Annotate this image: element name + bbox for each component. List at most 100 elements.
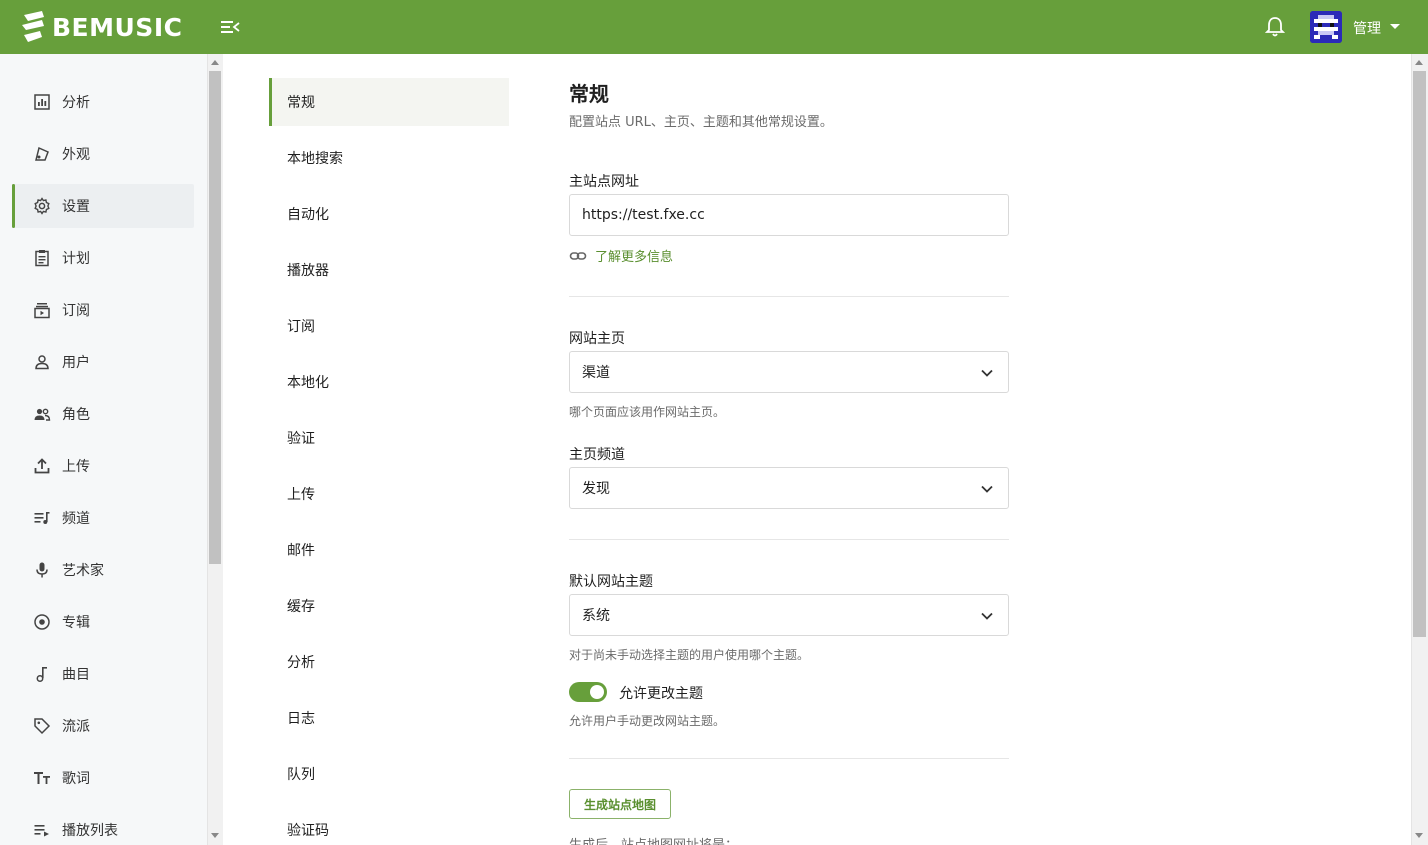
text-icon: [34, 772, 50, 784]
scroll-up-icon[interactable]: [211, 60, 219, 65]
sidebar-item-albums[interactable]: 专辑: [12, 600, 194, 644]
allow-theme-change-toggle[interactable]: [569, 682, 607, 702]
sidebar-item-label: 用户: [62, 355, 90, 371]
section-divider: [569, 539, 1009, 540]
settings-nav-cache[interactable]: 缓存: [269, 582, 509, 630]
settings-nav-label: 分析: [287, 655, 315, 671]
bell-icon[interactable]: [1265, 16, 1285, 38]
sitemap-info-text: 生成后，站点地图网址将是：: [569, 834, 738, 845]
avatar-pixel-icon: [1310, 11, 1342, 43]
caret-down-icon[interactable]: [1390, 24, 1400, 29]
sidebar-item-playlists[interactable]: 播放列表: [12, 808, 194, 845]
sidebar-item-label: 计划: [62, 251, 90, 267]
settings-nav-automation[interactable]: 自动化: [269, 190, 509, 238]
generate-sitemap-button[interactable]: 生成站点地图: [569, 789, 671, 819]
site-url-label: 主站点网址: [569, 174, 639, 190]
top-bar: BEMUSIC 管理: [0, 0, 1428, 54]
sidebar-item-label: 专辑: [62, 615, 90, 631]
brand-logo[interactable]: BEMUSIC: [20, 9, 182, 45]
brand-name: BEMUSIC: [52, 12, 183, 42]
avatar[interactable]: [1310, 11, 1342, 43]
sidebar-item-lyrics[interactable]: 歌词: [12, 756, 194, 800]
sidebar-item-uploads[interactable]: 上传: [12, 444, 194, 488]
sidebar-item-label: 设置: [62, 199, 90, 215]
chevron-down-icon: [981, 369, 993, 377]
settings-nav-label: 验证码: [287, 823, 329, 839]
section-divider: [569, 296, 1009, 297]
sidebar-item-settings[interactable]: 设置: [12, 184, 194, 228]
sidebar-scrollbar-thumb[interactable]: [209, 71, 221, 564]
homepage-select-value: 渠道: [582, 365, 610, 381]
settings-nav-label: 上传: [287, 487, 315, 503]
logo-mark-icon: [22, 11, 44, 42]
microphone-icon: [36, 562, 48, 578]
sidebar-item-channels[interactable]: 频道: [12, 496, 194, 540]
menu-collapse-icon[interactable]: [220, 18, 240, 36]
playlist-icon: [34, 825, 49, 837]
theme-help: 对于尚未手动选择主题的用户使用哪个主题。: [569, 648, 810, 662]
settings-nav-player[interactable]: 播放器: [269, 246, 509, 294]
settings-nav-queue[interactable]: 队列: [269, 750, 509, 798]
sidebar-item-users[interactable]: 用户: [12, 340, 194, 384]
section-divider: [569, 758, 1009, 759]
settings-nav-label: 验证: [287, 431, 315, 447]
page-scrollbar-thumb[interactable]: [1413, 71, 1426, 637]
scroll-down-icon[interactable]: [211, 833, 219, 838]
homepage-channel-select[interactable]: 发现: [569, 467, 1009, 509]
site-url-input[interactable]: [569, 194, 1009, 236]
user-menu-label[interactable]: 管理: [1353, 18, 1381, 38]
link-icon: [569, 251, 587, 260]
user-icon: [35, 355, 49, 370]
settings-nav-label: 缓存: [287, 599, 315, 615]
sidebar-item-subscriptions[interactable]: 订阅: [12, 288, 194, 332]
settings-nav-uploading[interactable]: 上传: [269, 470, 509, 518]
settings-nav-mail[interactable]: 邮件: [269, 526, 509, 574]
homepage-label: 网站主页: [569, 331, 625, 347]
sidebar-item-artists[interactable]: 艺术家: [12, 548, 194, 592]
sidebar-item-analytics[interactable]: 分析: [12, 80, 194, 124]
sidebar-item-label: 流派: [62, 719, 90, 735]
learn-more-label: 了解更多信息: [595, 250, 674, 265]
settings-nav-local-search[interactable]: 本地搜索: [269, 134, 509, 182]
homepage-channel-select-value: 发现: [582, 481, 610, 497]
settings-nav-localization[interactable]: 本地化: [269, 358, 509, 406]
settings-nav-label: 订阅: [287, 319, 315, 335]
channel-icon: [34, 512, 50, 524]
upload-icon: [34, 458, 50, 474]
homepage-select[interactable]: 渠道: [569, 351, 1009, 393]
subscription-icon: [34, 303, 50, 319]
toggle-knob: [590, 685, 604, 699]
sidebar: 分析 外观 设置 计划 订阅 用户 角色 上传 频道 艺术家 专辑 曲目 流派 …: [0, 54, 207, 845]
settings-nav-label: 队列: [287, 767, 315, 783]
learn-more-link[interactable]: 了解更多信息: [569, 246, 673, 265]
plan-icon: [35, 250, 49, 267]
appearance-icon: [35, 146, 49, 161]
settings-nav-general[interactable]: 常规: [269, 78, 509, 126]
sidebar-item-roles[interactable]: 角色: [12, 392, 194, 436]
settings-nav-label: 邮件: [287, 543, 315, 559]
settings-nav-subscriptions[interactable]: 订阅: [269, 302, 509, 350]
sidebar-item-label: 艺术家: [62, 563, 104, 579]
sidebar-item-label: 外观: [62, 147, 90, 163]
sidebar-item-tracks[interactable]: 曲目: [12, 652, 194, 696]
chevron-down-icon: [981, 612, 993, 620]
sidebar-item-appearance[interactable]: 外观: [12, 132, 194, 176]
homepage-help: 哪个页面应该用作网站主页。: [569, 405, 726, 419]
sidebar-item-label: 分析: [62, 95, 90, 111]
settings-nav-authentication[interactable]: 验证: [269, 414, 509, 462]
settings-nav-logging[interactable]: 日志: [269, 694, 509, 742]
sidebar-item-label: 曲目: [62, 667, 90, 683]
theme-select[interactable]: 系统: [569, 594, 1009, 636]
analytics-icon: [34, 94, 50, 110]
settings-nav-captcha[interactable]: 验证码: [269, 806, 509, 845]
scroll-down-icon[interactable]: [1415, 833, 1423, 838]
settings-nav-analytics[interactable]: 分析: [269, 638, 509, 686]
tag-icon: [34, 718, 51, 735]
music-note-icon: [36, 667, 47, 682]
sidebar-item-label: 订阅: [62, 303, 90, 319]
gear-icon: [34, 197, 50, 215]
sidebar-item-plans[interactable]: 计划: [12, 236, 194, 280]
scroll-up-icon[interactable]: [1415, 60, 1423, 65]
sidebar-item-label: 上传: [62, 459, 90, 475]
sidebar-item-genres[interactable]: 流派: [12, 704, 194, 748]
